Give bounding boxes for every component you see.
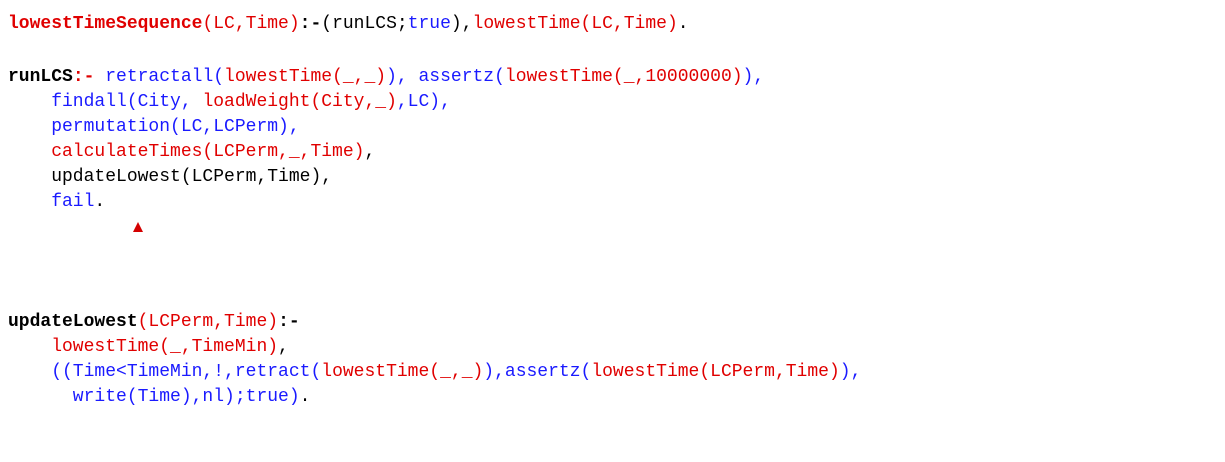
code-token: , <box>364 142 376 162</box>
code-token: calculateTimes(LCPerm,_,Time) <box>8 142 365 162</box>
code-token: ), <box>386 67 419 87</box>
code-line: calculateTimes(LCPerm,_,Time), <box>8 140 375 164</box>
code-token: lowestTime(_,10000000) <box>504 67 743 87</box>
error-marker-icon <box>133 222 143 232</box>
code-token: ,LC), <box>396 92 451 112</box>
code-token: updateLowest(LCPerm,Time), <box>8 167 333 187</box>
code-token: updateLowest <box>8 312 138 332</box>
code-token: write(Time),nl);true) <box>8 387 300 407</box>
code-token: :- <box>299 14 322 34</box>
code-token: permutation(LC,LCPerm), <box>8 117 300 137</box>
code-token: lowestTime(_,TimeMin) <box>8 337 279 357</box>
code-line: write(Time),nl);true). <box>8 385 311 409</box>
code-line: lowestTime(_,TimeMin), <box>8 335 289 359</box>
code-token: retractall( <box>94 67 225 87</box>
code-token: (LCPerm,Time) <box>137 312 279 332</box>
code-token: lowestTimeSequence <box>8 14 203 34</box>
code-token: assertz( <box>418 67 505 87</box>
code-line: ((Time<TimeMin,!,retract(lowestTime(_,_)… <box>8 360 861 384</box>
code-token: findall(City, <box>8 92 203 112</box>
code-token: :- <box>278 312 300 332</box>
code-token: . <box>94 192 106 212</box>
code-token: ((Time<TimeMin,!,retract( <box>8 362 322 382</box>
code-token: (runLCS; <box>321 14 408 34</box>
code-token: , <box>278 337 289 357</box>
code-editor[interactable]: lowestTimeSequence(LC,Time):-(runLCS;tru… <box>0 0 1225 462</box>
code-token: ), <box>742 67 765 87</box>
code-line: findall(City, loadWeight(City,_),LC), <box>8 90 451 114</box>
code-token: lowestTime(_,_) <box>321 362 484 382</box>
code-token: ), <box>839 362 862 382</box>
code-line: fail. <box>8 190 105 214</box>
code-token: (LC,Time) <box>202 14 300 34</box>
code-token: ), <box>450 14 473 34</box>
code-token: . <box>299 387 311 407</box>
code-token: fail <box>8 192 95 212</box>
code-line: permutation(LC,LCPerm), <box>8 115 300 139</box>
code-line: updateLowest(LCPerm,Time):- <box>8 310 300 334</box>
code-token: . <box>677 14 689 34</box>
code-line: lowestTimeSequence(LC,Time):-(runLCS;tru… <box>8 12 689 36</box>
code-line: runLCS:- retractall(lowestTime(_,_)), as… <box>8 65 764 89</box>
code-token: :- <box>72 67 95 87</box>
code-line: updateLowest(LCPerm,Time), <box>8 165 332 189</box>
code-token: runLCS <box>8 67 73 87</box>
code-token: true <box>407 14 451 34</box>
code-token: lowestTime(_,_) <box>224 67 387 87</box>
code-token: lowestTime(LC,Time) <box>472 14 678 34</box>
code-token: lowestTime(LCPerm,Time) <box>591 362 840 382</box>
code-token: ),assertz( <box>483 362 592 382</box>
code-token: loadWeight(City,_) <box>202 92 397 112</box>
